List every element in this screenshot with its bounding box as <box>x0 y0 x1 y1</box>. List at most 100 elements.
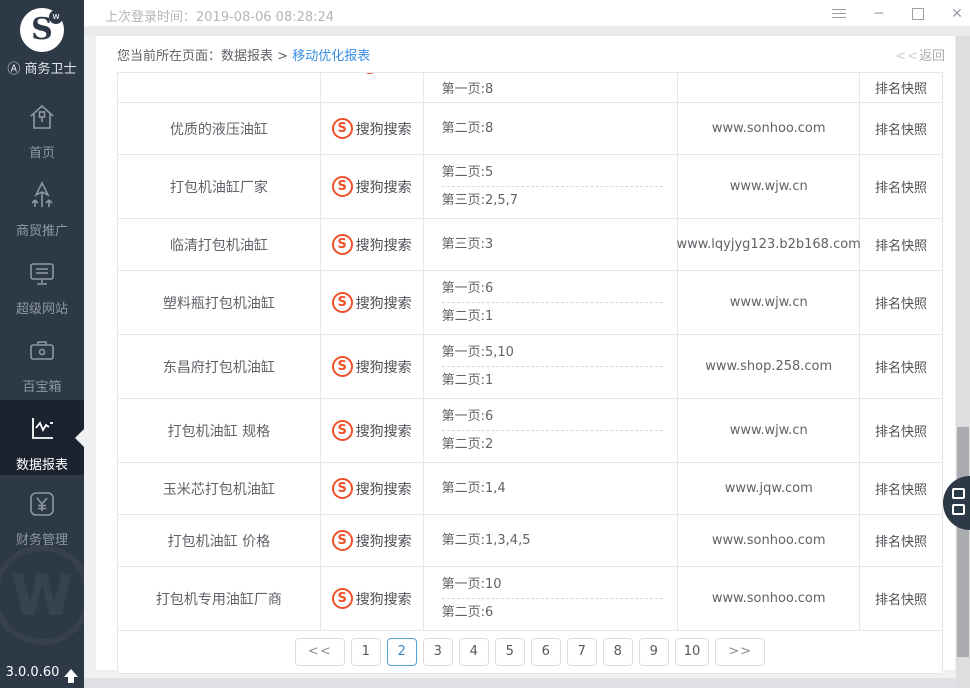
logo-badge: w <box>49 10 63 24</box>
close-icon[interactable]: ✕ <box>950 7 964 21</box>
pagination-page-5[interactable]: 5 <box>495 638 525 666</box>
search-engine-cell: S搜狗搜索 <box>321 463 424 514</box>
search-engine-cell: S搜狗搜索 <box>321 219 424 270</box>
sogou-icon: S <box>332 530 353 551</box>
pagination-page-6[interactable]: 6 <box>531 638 561 666</box>
site-cell: www.lqyjyg123.b2b168.com <box>678 219 860 270</box>
search-engine-label: 搜狗搜索 <box>356 421 412 441</box>
last-login-time: 上次登录时间：2019-08-06 08:28:24 <box>105 6 334 25</box>
keyword-cell: 东昌府打包机油缸 <box>118 335 321 398</box>
site-cell: www.jqw.com <box>678 463 860 514</box>
snapshot-link[interactable]: 排名快照 <box>860 271 942 334</box>
app-logo-icon: S w <box>20 8 64 52</box>
version-label: 3.0.0.60 <box>6 665 60 680</box>
pagination-page-4[interactable]: 4 <box>459 638 489 666</box>
watermark-logo: W <box>0 545 92 645</box>
rank-line: 第一页:5,10 <box>442 339 664 367</box>
sogou-icon: S <box>332 176 353 197</box>
report-chart-icon <box>27 429 57 448</box>
sidebar-item-超级网站[interactable]: 超级网站 <box>0 244 84 322</box>
search-engine-cell: S搜狗搜索 <box>321 567 424 630</box>
keyword-cell: 玉米芯打包机油缸 <box>118 463 321 514</box>
keyword-cell: 打包机油缸 价格 <box>118 515 321 566</box>
sidebar-item-商贸推广[interactable]: 商贸推广 <box>0 166 84 244</box>
pagination: <<12345678910>> <box>118 631 942 673</box>
back-link[interactable]: <<返回 <box>895 45 945 64</box>
sidebar-item-数据报表[interactable]: 数据报表 <box>0 400 84 475</box>
rank-line: 第三页:2,5,7 <box>442 187 664 214</box>
rank-line: 第一页:6 <box>442 275 664 303</box>
search-engine-cell: S搜狗搜索 <box>321 399 424 462</box>
snapshot-link[interactable]: 排名快照 <box>860 463 942 514</box>
bottom-strip <box>84 678 970 688</box>
pagination-page-1[interactable]: 1 <box>351 638 381 666</box>
snapshot-link[interactable]: 排名快照 <box>860 335 942 398</box>
sidebar: S w Ⓐ 商务卫士 首页商贸推广超级网站百宝箱数据报表财务管理 W 3.0.0… <box>0 0 84 688</box>
rank-cell: 第三页:3 <box>424 219 679 270</box>
keyword-cell: 优质的液压油缸 <box>118 103 321 154</box>
pagination-page-8[interactable]: 8 <box>603 638 633 666</box>
minimize-icon[interactable]: ─ <box>872 7 886 21</box>
snapshot-link[interactable]: 排名快照 <box>860 219 942 270</box>
table-row: 打包机专用油缸厂商S搜狗搜索第一页:10第二页:6www.sonhoo.com排… <box>118 567 942 631</box>
sidebar-item-label: 商贸推广 <box>0 220 84 239</box>
rank-cell: 第一页:6第二页:1 <box>424 271 679 334</box>
rank-line: 第二页:1 <box>442 367 664 394</box>
brand-label: Ⓐ 商务卫士 <box>0 58 84 77</box>
sidebar-item-label: 百宝箱 <box>0 376 84 395</box>
content-panel: 您当前所在页面：数据报表 > 移动优化报表 <<返回 第一页:8排名快照优质的液… <box>96 36 955 670</box>
sogou-icon: S <box>332 118 353 139</box>
snapshot-link[interactable]: 排名快照 <box>860 155 942 218</box>
breadcrumb-current[interactable]: 移动优化报表 <box>292 49 370 64</box>
keyword-cell: 塑料瓶打包机油缸 <box>118 271 321 334</box>
table-row: 塑料瓶打包机油缸S搜狗搜索第一页:6第二页:1www.wjw.cn排名快照 <box>118 271 942 335</box>
rank-cell: 第一页:8 <box>424 73 679 102</box>
sidebar-nav: 首页商贸推广超级网站百宝箱数据报表财务管理 <box>0 88 84 553</box>
sidebar-item-首页[interactable]: 首页 <box>0 88 84 166</box>
scrollbar-thumb[interactable] <box>957 427 969 657</box>
pagination-page-2[interactable]: 2 <box>387 638 417 666</box>
snapshot-link[interactable]: 排名快照 <box>860 515 942 566</box>
table-row: 打包机油缸 价格S搜狗搜索第二页:1,3,4,5www.sonhoo.com排名… <box>118 515 942 567</box>
back-label: 返回 <box>919 49 945 64</box>
snapshot-link[interactable]: 排名快照 <box>860 103 942 154</box>
rank-cell: 第一页:5,10第二页:1 <box>424 335 679 398</box>
snapshot-link[interactable]: 排名快照 <box>860 399 942 462</box>
update-arrow-icon[interactable] <box>64 669 78 677</box>
rank-cell: 第一页:6第二页:2 <box>424 399 679 462</box>
site-cell: www.wjw.cn <box>678 399 860 462</box>
search-engine-cell: S搜狗搜索 <box>321 515 424 566</box>
snapshot-link[interactable]: 排名快照 <box>860 567 942 630</box>
site-cell: www.sonhoo.com <box>678 103 860 154</box>
back-angles: << <box>895 49 919 64</box>
vertical-scrollbar[interactable] <box>956 36 970 688</box>
promotion-icon <box>27 195 57 214</box>
sogou-icon: S <box>332 356 353 377</box>
toolbox-icon <box>27 351 57 370</box>
keyword-cell: 打包机油缸 规格 <box>118 399 321 462</box>
rank-line: 第二页:2 <box>442 431 664 458</box>
pagination-page-9[interactable]: 9 <box>639 638 669 666</box>
rank-cell: 第二页:8 <box>424 103 679 154</box>
site-cell: www.sonhoo.com <box>678 567 860 630</box>
pagination-page-3[interactable]: 3 <box>423 638 453 666</box>
snapshot-link[interactable]: 排名快照 <box>860 73 942 102</box>
site-cell: www.sonhoo.com <box>678 515 860 566</box>
site-cell: www.wjw.cn <box>678 271 860 334</box>
table-row: 打包机油缸厂家S搜狗搜索第二页:5第三页:2,5,7www.wjw.cn排名快照 <box>118 155 942 219</box>
keyword-cell <box>118 73 321 102</box>
window-controls: ─ ✕ <box>832 0 964 27</box>
maximize-icon[interactable] <box>912 8 924 20</box>
sidebar-item-百宝箱[interactable]: 百宝箱 <box>0 322 84 400</box>
sogou-icon: S <box>332 588 353 609</box>
table-row: 玉米芯打包机油缸S搜狗搜索第二页:1,4www.jqw.com排名快照 <box>118 463 942 515</box>
pagination-next-button[interactable]: >> <box>715 638 765 666</box>
table-row: 第一页:8 排名快照 <box>118 73 942 103</box>
pagination-page-10[interactable]: 10 <box>675 638 710 666</box>
pagination-prev-button[interactable]: << <box>295 638 345 666</box>
pagination-page-7[interactable]: 7 <box>567 638 597 666</box>
ranking-table: 第一页:8排名快照优质的液压油缸S搜狗搜索第二页:8www.sonhoo.com… <box>117 72 943 674</box>
menu-icon[interactable] <box>832 6 846 21</box>
window-titlebar: 上次登录时间：2019-08-06 08:28:24 ─ ✕ <box>84 0 970 27</box>
sidebar-item-财务管理[interactable]: 财务管理 <box>0 475 84 553</box>
